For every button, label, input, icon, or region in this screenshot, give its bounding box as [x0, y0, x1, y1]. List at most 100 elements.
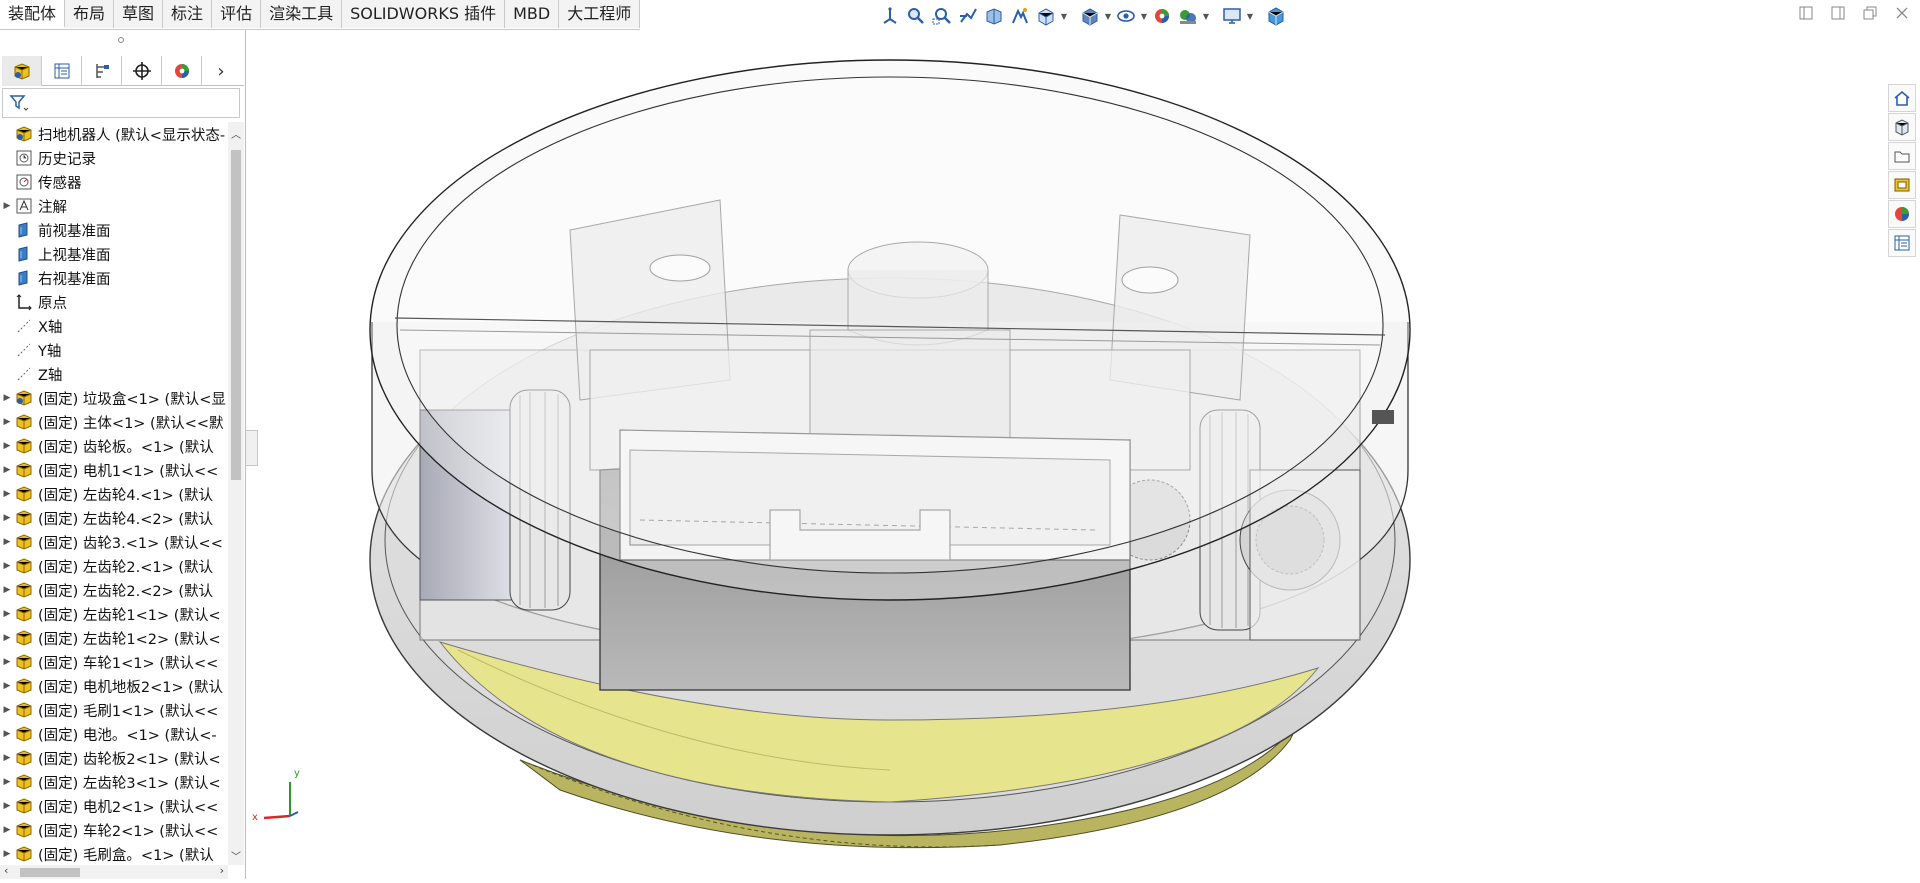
expand-arrow-icon[interactable]: ▶ [0, 825, 14, 835]
expand-arrow-icon[interactable]: ▶ [0, 489, 14, 499]
tree-item[interactable]: ▶ (固定) 电机2<1> (默认<< [0, 794, 228, 818]
expand-arrow-icon[interactable]: ▶ [0, 609, 14, 619]
tab-big-engineer[interactable]: 大工程师 [559, 0, 641, 28]
restore-icon[interactable] [1860, 3, 1880, 23]
tree-vertical-scrollbar[interactable]: ︿ ﹀ [228, 122, 244, 865]
chevron-right-icon[interactable]: › [202, 56, 240, 86]
tree-item[interactable]: ▶ (固定) 电池。<1> (默认<- [0, 722, 228, 746]
tree-item[interactable]: ▶ (固定) 主体<1> (默认<<默 [0, 410, 228, 434]
property-manager-tab[interactable] [42, 56, 82, 86]
scroll-left-icon[interactable]: ‹ [4, 864, 8, 877]
expand-arrow-icon[interactable]: ▶ [0, 705, 14, 715]
expand-arrow-icon[interactable]: ▶ [0, 729, 14, 739]
tree-item[interactable]: ▶ (固定) 毛刷1<1> (默认<< [0, 698, 228, 722]
tree-item[interactable]: ▶ (固定) 齿轮板2<1> (默认< [0, 746, 228, 770]
tree-item[interactable]: ▶ (固定) 左齿轮1<1> (默认< [0, 602, 228, 626]
chevron-down-icon[interactable]: ▼ [1104, 4, 1112, 28]
tree-item[interactable]: 右视基准面 [0, 266, 228, 290]
close-icon[interactable] [1892, 3, 1912, 23]
expand-arrow-icon[interactable]: ▶ [0, 681, 14, 691]
tree-item[interactable]: ▶ (固定) 左齿轮4.<2> (默认 [0, 506, 228, 530]
tree-item[interactable]: ▶ (固定) 电机地板2<1> (默认 [0, 674, 228, 698]
tree-item[interactable]: ▶ (固定) 左齿轮3<1> (默认< [0, 770, 228, 794]
custom-properties-icon[interactable] [1888, 229, 1916, 257]
expand-arrow-icon[interactable]: ▶ [0, 849, 14, 859]
tab-mbd[interactable]: MBD [505, 0, 560, 28]
tile-left-icon[interactable] [1796, 3, 1816, 23]
expand-arrow-icon[interactable]: ▶ [0, 465, 14, 475]
tree-item[interactable]: ▶ (固定) 车轮2<1> (默认<< [0, 818, 228, 842]
scroll-thumb[interactable] [231, 150, 241, 480]
file-explorer-icon[interactable] [1888, 142, 1916, 170]
apply-scene-icon[interactable] [1176, 4, 1200, 28]
home-icon[interactable] [1888, 84, 1916, 112]
tree-item[interactable]: 上视基准面 [0, 242, 228, 266]
feature-manager-tab[interactable] [2, 56, 42, 86]
tab-markup[interactable]: 标注 [163, 0, 213, 28]
expand-arrow-icon[interactable]: ▶ [0, 585, 14, 595]
expand-arrow-icon[interactable]: ▶ [0, 633, 14, 643]
tree-item[interactable]: X轴 [0, 314, 228, 338]
expand-arrow-icon[interactable]: ▶ [0, 201, 14, 211]
tree-item[interactable]: 前视基准面 [0, 218, 228, 242]
expand-arrow-icon[interactable]: ▶ [0, 753, 14, 763]
tree-item[interactable]: 传感器 [0, 170, 228, 194]
display-manager-tab[interactable] [162, 56, 202, 86]
expand-arrow-icon[interactable]: ▶ [0, 513, 14, 523]
display-style-icon[interactable] [1078, 4, 1102, 28]
view-orientation-box-icon[interactable] [1034, 4, 1058, 28]
tree-item[interactable]: ▶ (固定) 左齿轮1<2> (默认< [0, 626, 228, 650]
tree-item[interactable]: ▶ (固定) 左齿轮2.<1> (默认 [0, 554, 228, 578]
design-library-icon[interactable] [1888, 113, 1916, 141]
expand-arrow-icon[interactable]: ▶ [0, 777, 14, 787]
tree-horizontal-scrollbar[interactable]: ‹ › [0, 864, 228, 879]
zoom-to-area-icon[interactable] [930, 4, 954, 28]
section-view-icon[interactable] [982, 4, 1006, 28]
scroll-down-icon[interactable]: ﹀ [228, 848, 244, 863]
dynamic-annotation-icon[interactable] [1008, 4, 1032, 28]
edit-appearance-icon[interactable] [1150, 4, 1174, 28]
tree-item[interactable]: 历史记录 [0, 146, 228, 170]
tree-item[interactable]: ▶ (固定) 左齿轮2.<2> (默认 [0, 578, 228, 602]
tree-item[interactable]: ▶ (固定) 左齿轮4.<1> (默认 [0, 482, 228, 506]
tab-solidworks-addins[interactable]: SOLIDWORKS 插件 [342, 0, 506, 28]
tab-sketch[interactable]: 草图 [114, 0, 164, 28]
tree-item[interactable]: 原点 [0, 290, 228, 314]
tree-item[interactable]: ▶ (固定) 电机1<1> (默认<< [0, 458, 228, 482]
chevron-down-icon[interactable]: ▼ [1060, 4, 1068, 28]
scroll-up-icon[interactable]: ︿ [228, 126, 244, 141]
expand-arrow-icon[interactable]: ▶ [0, 537, 14, 547]
expand-arrow-icon[interactable]: ▶ [0, 417, 14, 427]
previous-view-icon[interactable] [956, 4, 980, 28]
tree-item[interactable]: Z轴 [0, 362, 228, 386]
tab-layout[interactable]: 布局 [65, 0, 115, 28]
configuration-manager-tab[interactable] [82, 56, 122, 86]
scroll-thumb-horizontal[interactable] [20, 868, 80, 877]
tab-evaluate[interactable]: 评估 [212, 0, 262, 28]
chevron-down-icon[interactable]: ▼ [1246, 4, 1254, 28]
scroll-right-icon[interactable]: › [220, 864, 224, 877]
tree-item[interactable]: ▶ (固定) 车轮1<1> (默认<< [0, 650, 228, 674]
view-orientation-icon[interactable] [878, 4, 902, 28]
tree-item[interactable]: ▶ 注解 [0, 194, 228, 218]
tree-item[interactable]: ▶ (固定) 齿轮3.<1> (默认<< [0, 530, 228, 554]
view-settings-icon[interactable] [1220, 4, 1244, 28]
expand-arrow-icon[interactable]: ▶ [0, 657, 14, 667]
expand-arrow-icon[interactable]: ▶ [0, 441, 14, 451]
panel-collapse-handle[interactable] [118, 37, 124, 43]
expand-arrow-icon[interactable]: ▶ [0, 801, 14, 811]
chevron-down-icon[interactable]: ▼ [1202, 4, 1210, 28]
dimxpert-manager-tab[interactable] [122, 56, 162, 86]
tree-root-assembly[interactable]: 扫地机器人 (默认<显示状态- [0, 122, 228, 146]
expand-arrow-icon[interactable]: ▶ [0, 561, 14, 571]
tree-item[interactable]: ▶ (固定) 垃圾盒<1> (默认<显 [0, 386, 228, 410]
chevron-down-icon[interactable]: ▼ [1140, 4, 1148, 28]
3d-box-icon[interactable] [1264, 4, 1288, 28]
tree-item[interactable]: ▶ (固定) 齿轮板。<1> (默认 [0, 434, 228, 458]
expand-arrow-icon[interactable]: ▶ [0, 393, 14, 403]
zoom-to-fit-icon[interactable] [904, 4, 928, 28]
tree-item[interactable]: Y轴 [0, 338, 228, 362]
view-palette-icon[interactable] [1888, 171, 1916, 199]
graphics-area[interactable] [248, 30, 1868, 879]
appearances-icon[interactable] [1888, 200, 1916, 228]
